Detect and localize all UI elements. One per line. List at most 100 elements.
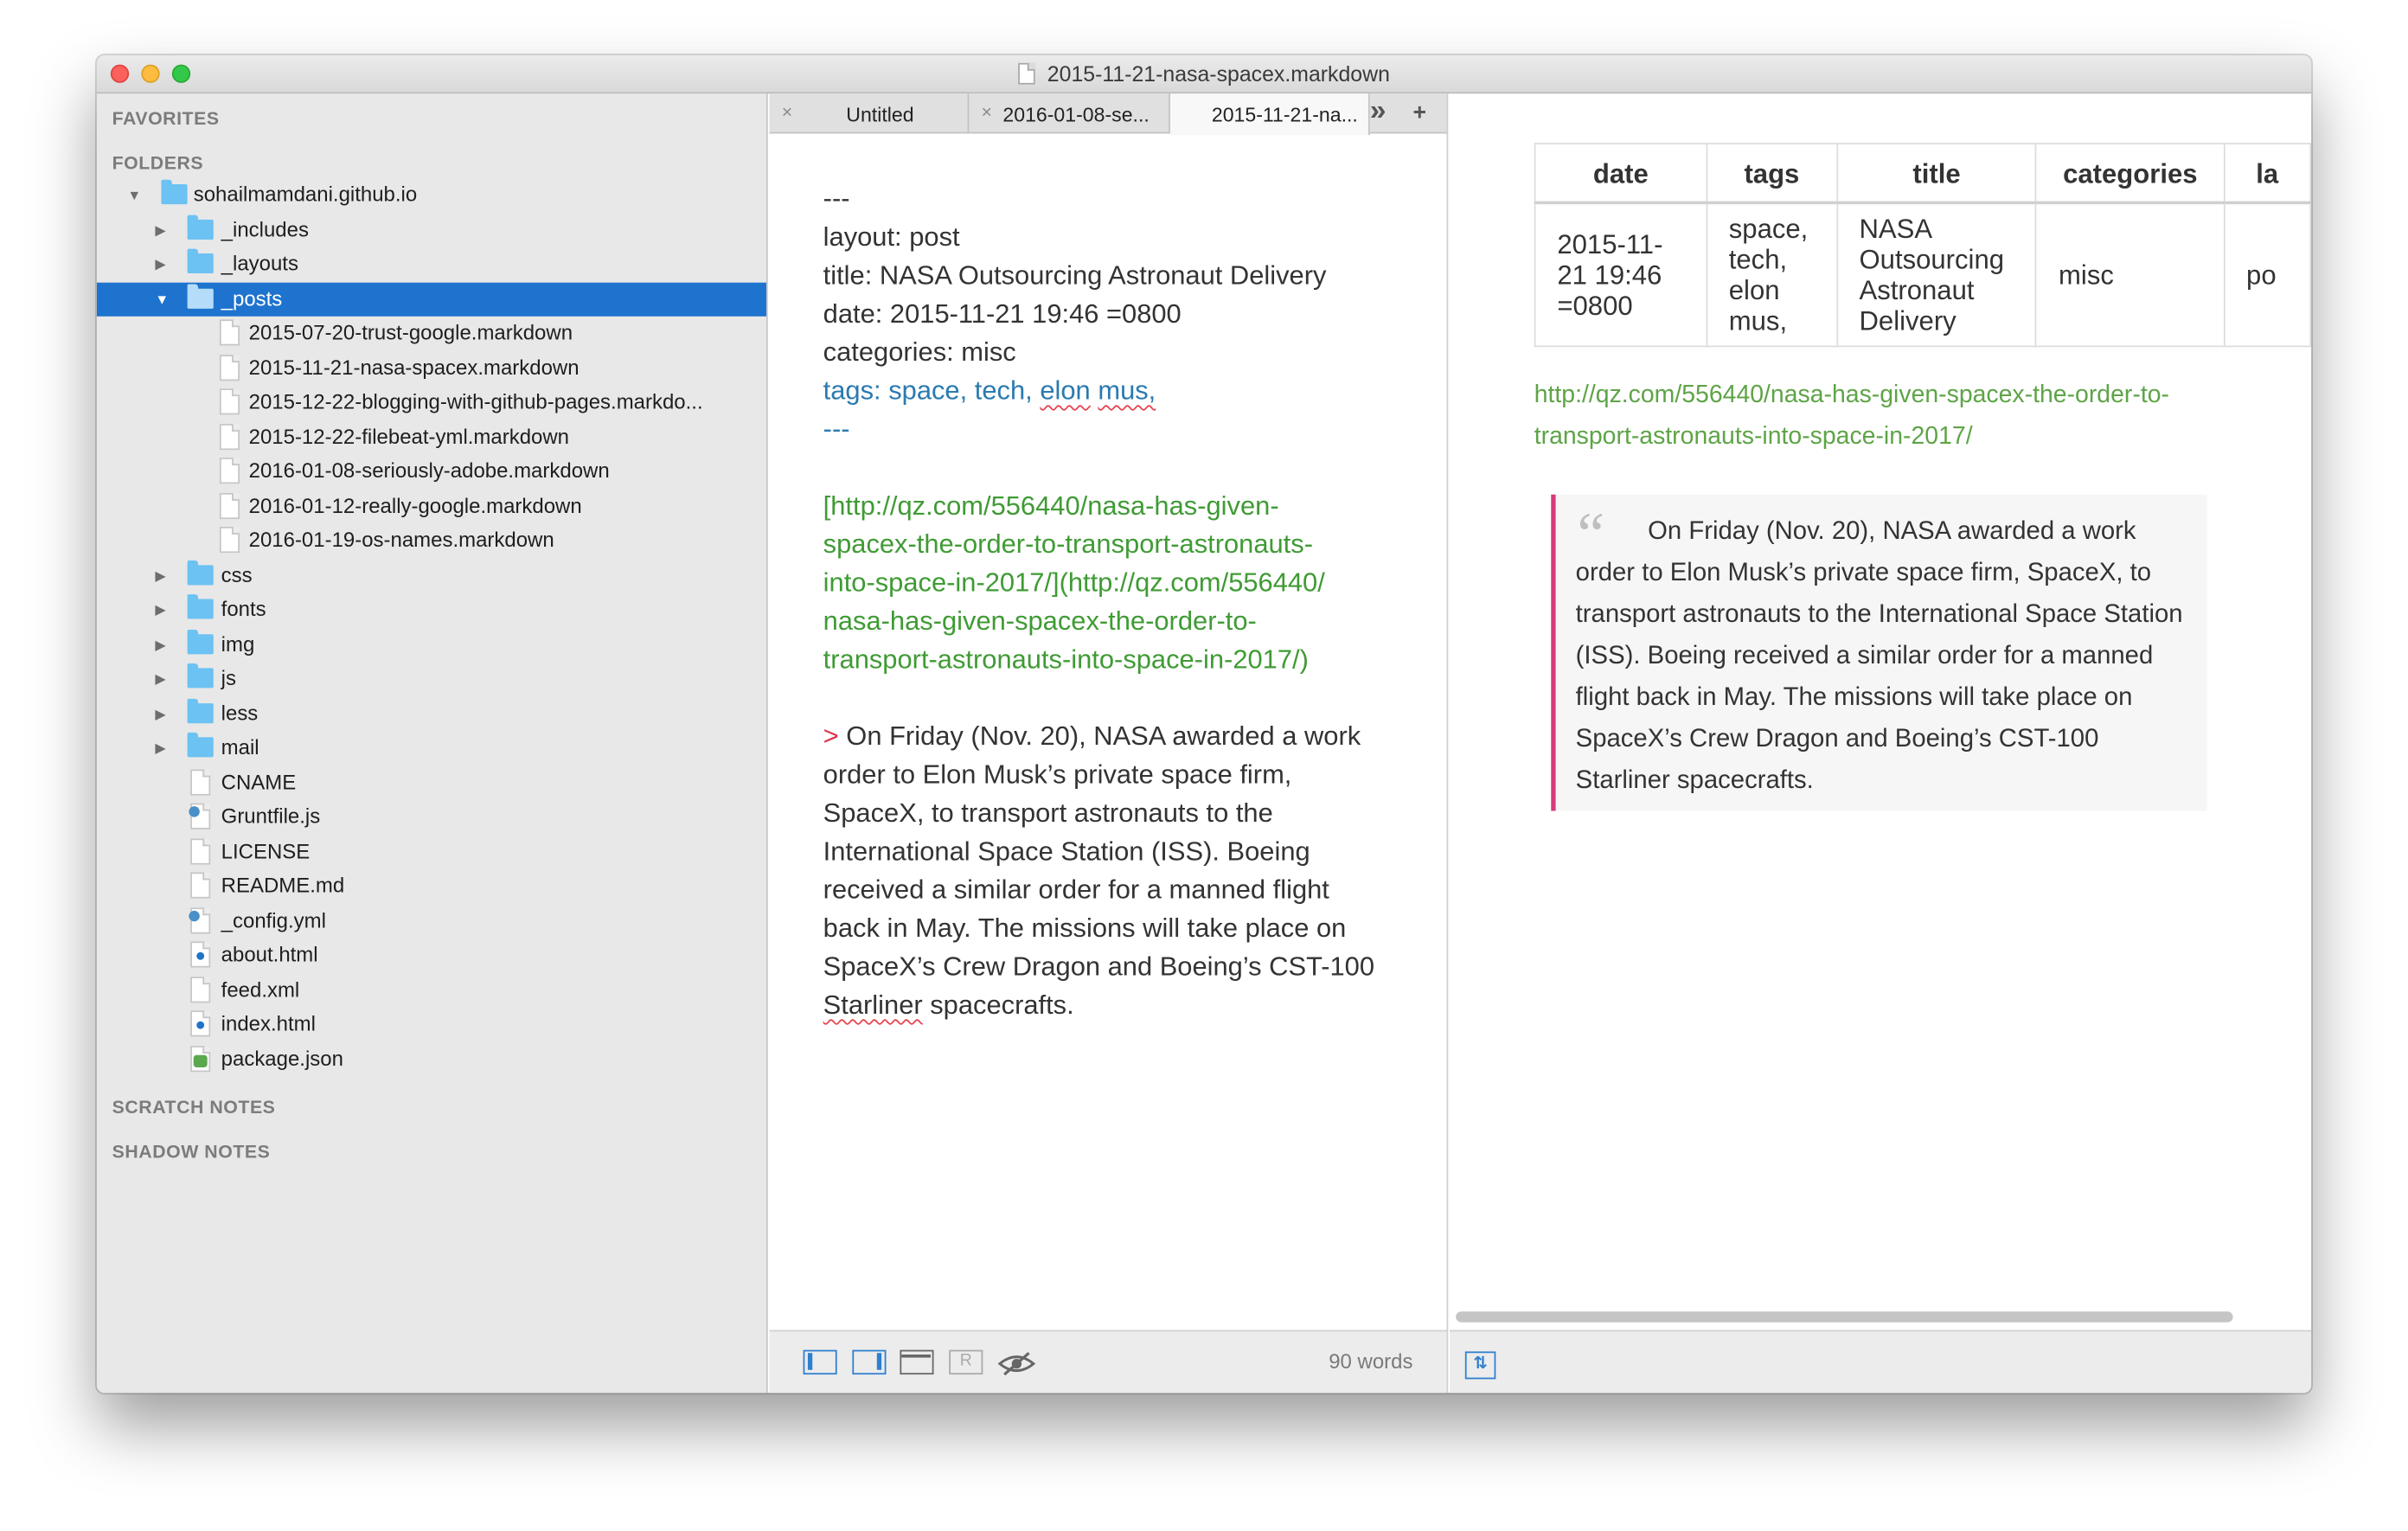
table-header: title: [1835, 143, 2038, 204]
tab-nasa-spacex[interactable]: 2015-11-21-na...: [1169, 93, 1370, 136]
close-icon[interactable]: ×: [782, 101, 792, 123]
tree-item-post[interactable]: 2015-11-21-nasa-spacex.markdown: [97, 352, 766, 386]
tab-untitled[interactable]: × Untitled: [770, 93, 970, 134]
quote-line: SpaceX, to transport astronauts to the: [823, 797, 1273, 828]
tree-item-post[interactable]: 2016-01-19-os-names.markdown: [97, 523, 766, 557]
tree-item-label: about.html: [221, 943, 318, 966]
tree-item-mail[interactable]: ▶ mail: [97, 731, 766, 765]
window-icon[interactable]: [900, 1349, 934, 1375]
tree-item-layouts[interactable]: ▶ _layouts: [97, 247, 766, 281]
tree-item-label: mail: [221, 735, 259, 759]
tab-label: 2015-11-21-na...: [1211, 102, 1358, 126]
layout-left-icon[interactable]: [803, 1349, 837, 1375]
sidebar: FAVORITES FOLDERS ▼ sohailmamdani.github…: [96, 93, 768, 1393]
title-bar: 2015-11-21-nasa-spacex.markdown: [96, 54, 2312, 94]
tree-item-file[interactable]: README.md: [97, 869, 766, 903]
eye-icon[interactable]: [996, 1350, 1036, 1378]
frontmatter-categories: categories: misc: [823, 336, 1016, 368]
sync-scroll-icon[interactable]: ⇅: [1464, 1351, 1496, 1380]
tree-item-less[interactable]: ▶ less: [97, 697, 766, 731]
table-cell: po: [2223, 201, 2312, 348]
chevron-right-icon[interactable]: ▶: [155, 671, 165, 689]
tab-adobe-post[interactable]: × 2016-01-08-se...: [969, 93, 1170, 134]
folder-icon: [187, 698, 214, 724]
window-title-text: 2015-11-21-nasa-spacex.markdown: [1047, 61, 1390, 86]
chevron-right-icon[interactable]: ▶: [155, 707, 165, 724]
folder-icon: [161, 179, 188, 205]
tab-overflow-button[interactable]: »: [1370, 95, 1387, 129]
file-icon: [190, 872, 211, 899]
favorites-header[interactable]: FAVORITES: [112, 107, 220, 129]
chevron-right-icon[interactable]: ▶: [155, 637, 165, 655]
table-header: la: [2223, 143, 2312, 204]
table-row: 2015-11-21 19:46 =0800 space, tech, elon…: [1534, 201, 2312, 348]
quote-line: > On Friday (Nov. 20), NASA awarded a wo…: [823, 717, 1407, 755]
tree-item-post[interactable]: 2015-12-22-blogging-with-github-pages.ma…: [97, 386, 766, 420]
tree-item-label: 2015-11-21-nasa-spacex.markdown: [248, 356, 580, 380]
tree-item-label: css: [221, 563, 253, 587]
close-icon[interactable]: ×: [982, 101, 992, 123]
chevron-down-icon[interactable]: ▼: [127, 188, 141, 203]
chevron-right-icon[interactable]: ▶: [155, 568, 165, 586]
chevron-right-icon[interactable]: ▶: [155, 257, 165, 274]
markdown-editor[interactable]: --- layout: post title: NASA Outsourcing…: [823, 180, 1407, 1025]
tree-item-css[interactable]: ▶ css: [97, 559, 766, 593]
tree-item-post[interactable]: 2016-01-08-seriously-adobe.markdown: [97, 455, 766, 489]
file-icon: [219, 424, 240, 451]
r-icon[interactable]: R: [949, 1349, 983, 1375]
tree-item-includes[interactable]: ▶ _includes: [97, 214, 766, 247]
link-line: [http://qz.com/556440/nasa-has-given-: [823, 490, 1279, 521]
new-tab-button[interactable]: +: [1412, 99, 1426, 125]
tree-item-file[interactable]: LICENSE: [97, 836, 766, 869]
table-cell: misc: [2035, 201, 2225, 348]
frontmatter-tags: tags: space, tech, elon mus,: [823, 372, 1407, 410]
file-icon: [219, 492, 240, 520]
table-header: tags: [1706, 143, 1838, 204]
tree-item-file[interactable]: CNAME: [97, 766, 766, 800]
html-file-icon: [190, 941, 211, 968]
table-cell: space, tech, elon mus,: [1706, 201, 1838, 348]
horizontal-scrollbar[interactable]: [1456, 1311, 2233, 1323]
tree-item-root[interactable]: ▼ sohailmamdani.github.io: [97, 178, 766, 212]
link-line: transport-astronauts-into-space-in-2017/…: [823, 643, 1309, 675]
folder-icon: [187, 663, 214, 689]
scratch-notes-header[interactable]: SCRATCH NOTES: [112, 1097, 276, 1118]
editor-pane: × Untitled × 2016-01-08-se... 2015-11-21…: [769, 93, 1449, 1393]
tree-item-label: README.md: [221, 874, 345, 897]
preview-link[interactable]: http://qz.com/556440/nasa-has-given-spac…: [1534, 375, 2225, 458]
tree-item-file[interactable]: index.html: [97, 1008, 766, 1041]
tree-item-label: 2016-01-19-os-names.markdown: [248, 528, 554, 552]
blockquote-text: On Friday (Nov. 20), NASA awarded a work…: [1575, 517, 2183, 794]
app-window: 2015-11-21-nasa-spacex.markdown FAVORITE…: [96, 54, 2312, 1393]
shadow-notes-header[interactable]: SHADOW NOTES: [112, 1141, 271, 1163]
tag-misspelled: elon: [1040, 375, 1091, 406]
chevron-right-icon[interactable]: ▶: [155, 740, 165, 758]
tree-item-file[interactable]: Gruntfile.js: [97, 800, 766, 834]
tree-item-file[interactable]: _config.yml: [97, 905, 766, 938]
table-header: categories: [2035, 143, 2225, 204]
chevron-right-icon[interactable]: ▶: [155, 222, 165, 240]
tree-item-post[interactable]: 2015-12-22-filebeat-yml.markdown: [97, 420, 766, 454]
tree-item-label: img: [221, 632, 255, 657]
tree-item-fonts[interactable]: ▶ fonts: [97, 593, 766, 626]
layout-right-icon[interactable]: [852, 1349, 887, 1375]
tree-item-file[interactable]: about.html: [97, 938, 766, 972]
chevron-right-icon[interactable]: ▶: [155, 602, 165, 619]
js-file-icon: [189, 803, 211, 830]
tree-item-file[interactable]: feed.xml: [97, 974, 766, 1008]
tree-item-img[interactable]: ▶ img: [97, 628, 766, 662]
quote-line: received a similar order for a manned fl…: [823, 874, 1329, 905]
table-header-row: date tags title categories la: [1534, 143, 2312, 204]
file-icon: [190, 838, 211, 865]
folders-header[interactable]: FOLDERS: [112, 152, 204, 174]
tree-item-label: fonts: [221, 597, 266, 621]
chevron-down-icon[interactable]: ▼: [155, 291, 169, 307]
tree-item-file[interactable]: package.json: [97, 1043, 766, 1077]
tree-item-post[interactable]: 2015-07-20-trust-google.markdown: [97, 317, 766, 350]
tree-item-js[interactable]: ▶ js: [97, 662, 766, 695]
tree-item-post[interactable]: 2016-01-12-really-google.markdown: [97, 490, 766, 523]
tree-item-label: _posts: [221, 287, 283, 311]
tree-item-posts[interactable]: ▼ _posts: [96, 282, 766, 317]
quote-line: back in May. The missions will take plac…: [823, 912, 1347, 944]
tree-item-label: Gruntfile.js: [221, 804, 321, 828]
